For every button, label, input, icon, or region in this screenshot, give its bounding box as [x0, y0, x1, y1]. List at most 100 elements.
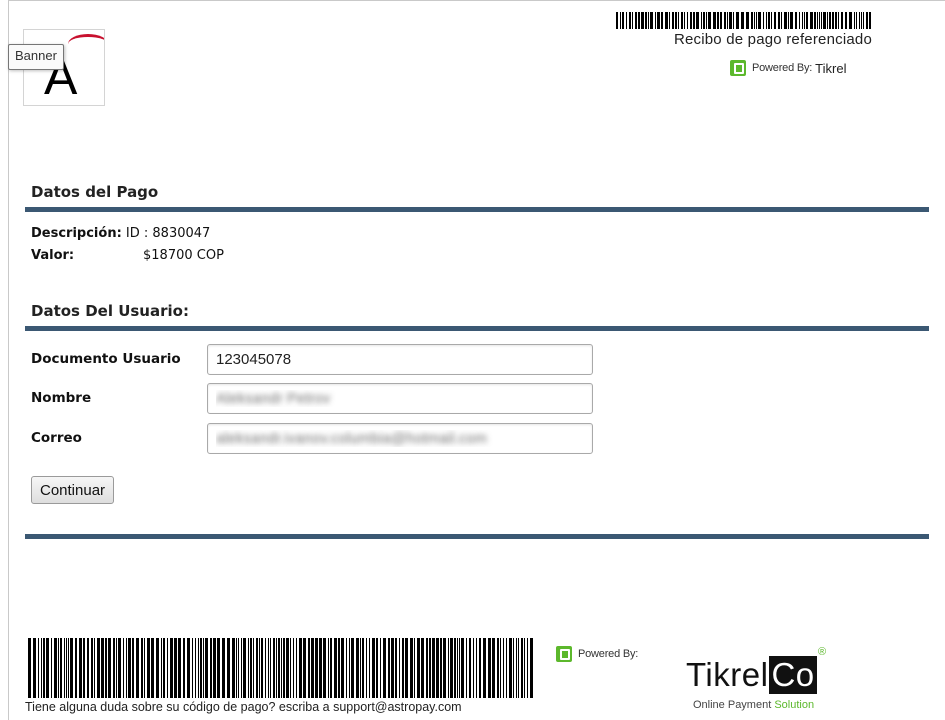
- barcode-bar: [41, 638, 42, 698]
- powered-by-top: Powered By: Tikrel: [730, 60, 846, 76]
- barcode-bar: [330, 638, 332, 698]
- barcode-bar: [116, 638, 117, 698]
- barcode-bar: [388, 638, 390, 698]
- barcode-bar: [97, 638, 100, 698]
- barcode-bar: [821, 12, 822, 29]
- barcode-bar: [849, 12, 852, 29]
- powered-by-label: Powered By:: [752, 62, 813, 74]
- barcode-bar: [795, 12, 797, 29]
- barcode-bar: [366, 638, 367, 698]
- barcode-bar: [256, 638, 258, 698]
- barcode-bar: [278, 638, 280, 698]
- barcode-bar: [170, 638, 173, 698]
- barcode-bar: [296, 638, 297, 698]
- barcode-bar: [754, 12, 755, 29]
- barcode-bar: [141, 638, 143, 698]
- barcode-bar: [469, 638, 471, 698]
- barcode-bar: [774, 12, 776, 29]
- barcode-bar: [426, 638, 428, 698]
- barcode-bar: [261, 638, 263, 698]
- barcode-bar: [349, 638, 350, 698]
- barcode-bar: [167, 638, 168, 698]
- barcode-bar: [283, 638, 285, 698]
- barcode-bar: [854, 12, 855, 29]
- barcode-bar: [488, 638, 491, 698]
- barcode-bar: [771, 12, 772, 29]
- tagline-part-a: Online Payment: [693, 699, 772, 711]
- barcode-bar: [323, 638, 326, 698]
- barcode-bar: [500, 638, 501, 698]
- barcode-bar: [448, 638, 449, 698]
- barcode-bar: [856, 12, 857, 29]
- barcode-bar: [483, 638, 486, 698]
- barcode-bar: [473, 638, 474, 698]
- barcode-bar: [866, 12, 868, 29]
- barcode-bar: [727, 12, 728, 29]
- barcode-bar: [101, 638, 104, 698]
- barcode-bar: [369, 638, 370, 698]
- document-input[interactable]: [207, 344, 593, 375]
- barcode-bar: [626, 12, 627, 29]
- tagline-part-b: Solution: [774, 699, 815, 711]
- barcode-bar: [299, 638, 302, 698]
- barcode-bar: [94, 638, 95, 698]
- barcode-bar: [151, 638, 154, 698]
- barcode-bar: [43, 638, 45, 698]
- barcode-bar: [845, 12, 847, 29]
- barcode-bar: [372, 638, 375, 698]
- barcode-bar: [806, 12, 808, 29]
- barcode-bar: [756, 12, 757, 29]
- barcode-bar: [163, 638, 165, 698]
- barcode-bar: [675, 12, 677, 29]
- continue-button[interactable]: Continuar: [31, 476, 115, 504]
- barcode-bar: [454, 638, 456, 698]
- banner-tooltip: Banner: [8, 44, 64, 70]
- receipt-title: Recibo de pago referenciado: [673, 31, 872, 48]
- barcode-bar: [54, 638, 57, 698]
- barcode-bar: [823, 12, 826, 29]
- barcode-bar: [784, 12, 787, 29]
- barcode-bar: [827, 12, 828, 29]
- email-label: Correo: [31, 430, 82, 446]
- barcode-bar: [414, 638, 415, 698]
- barcode-bar: [635, 12, 637, 29]
- barcode-bar: [227, 638, 230, 698]
- name-input[interactable]: [207, 383, 593, 414]
- barcode-bar: [70, 638, 73, 698]
- barcode-bar: [123, 638, 124, 698]
- tikrel-green-icon: [556, 646, 572, 662]
- barcode-bar: [669, 12, 670, 29]
- barcode-bar: [200, 638, 202, 698]
- barcode-bar: [105, 638, 107, 698]
- barcode-bar: [696, 12, 699, 29]
- barcode-bar: [83, 638, 85, 698]
- barcode-bar: [479, 638, 481, 698]
- barcode-bar: [518, 638, 519, 698]
- barcode-bar: [259, 638, 260, 698]
- support-help-text: Tiene alguna duda sobre su código de pag…: [25, 700, 462, 714]
- barcode-bar: [391, 638, 394, 698]
- barcode-bar: [108, 638, 111, 698]
- barcode-bar: [222, 638, 225, 698]
- tikrelco-logo: TikrelCo ® Online Payment Solution: [686, 646, 856, 718]
- barcode-bar: [68, 638, 69, 698]
- barcode-bar: [203, 638, 204, 698]
- barcode-bar: [33, 638, 36, 698]
- barcode-bar: [509, 638, 512, 698]
- barcode-bar: [410, 638, 413, 698]
- payment-value: Valor: $18700 COP: [31, 248, 224, 263]
- barcode-bar: [810, 12, 813, 29]
- barcode-bar: [195, 638, 196, 698]
- barcode-bar: [859, 12, 860, 29]
- barcode-bar: [492, 638, 495, 698]
- email-input[interactable]: [207, 423, 593, 454]
- barcode-bar: [741, 12, 744, 29]
- barcode-bar: [693, 12, 695, 29]
- barcode-bar: [703, 12, 705, 29]
- barcode-bar: [28, 638, 31, 698]
- barcode-bar: [497, 638, 499, 698]
- barcode-bar: [724, 12, 726, 29]
- barcode-bar: [513, 638, 514, 698]
- barcode-bar: [232, 638, 235, 698]
- payment-description: Descripción: ID : 8830047: [31, 226, 210, 241]
